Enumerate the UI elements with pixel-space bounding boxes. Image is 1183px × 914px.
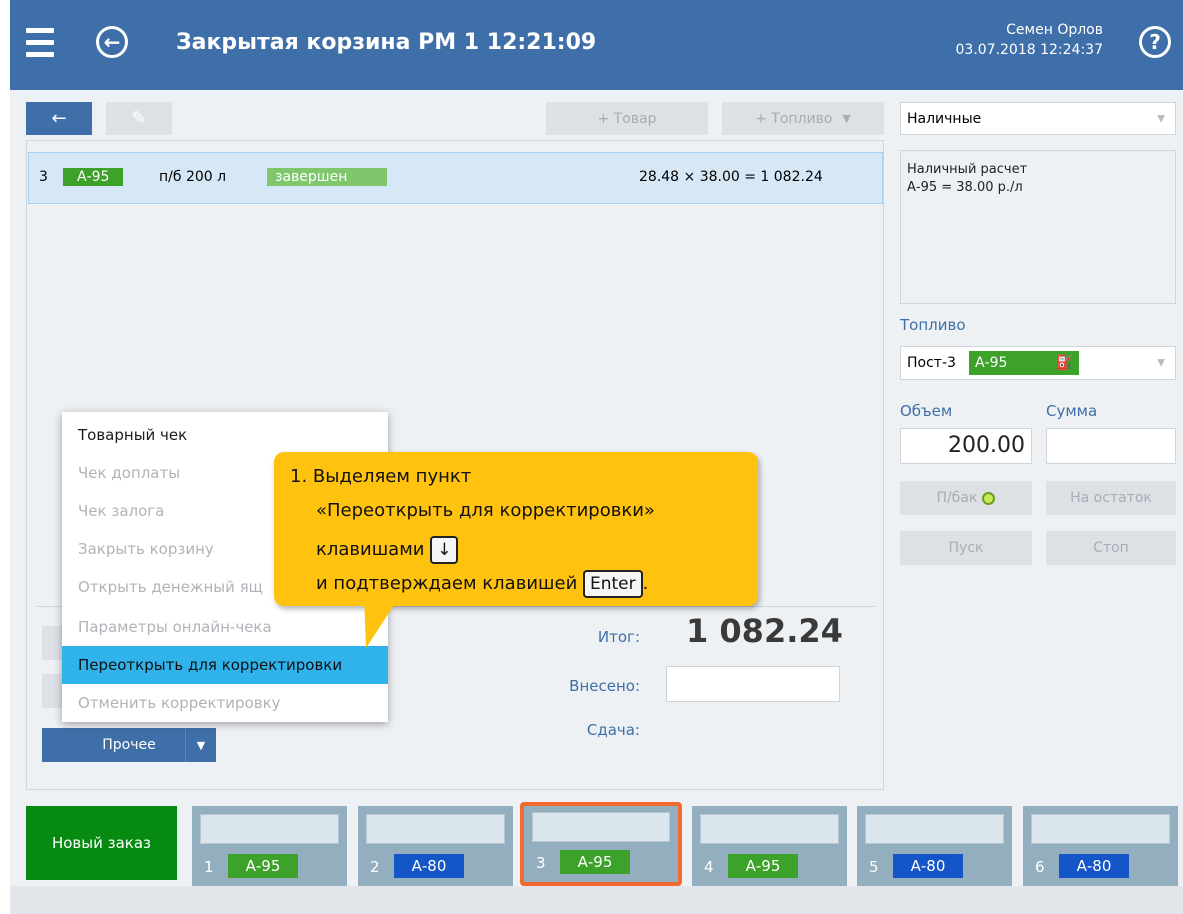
order-tabs-bar: Новый заказ 1 А-95 2 А-80 3 А-95 4 А-95 …: [10, 796, 1183, 886]
back-button[interactable]: ←: [26, 102, 92, 135]
order-tab-preview: [1031, 814, 1170, 844]
callout-pointer: [364, 596, 400, 648]
order-tab-fuel: А-95: [560, 850, 630, 874]
pump-fuel-badge: А-95 ⛽: [969, 351, 1079, 375]
status-bar: [10, 886, 1183, 914]
menu-item-cancel-correction[interactable]: Отменить корректировку: [62, 684, 388, 722]
help-icon[interactable]: ?: [1139, 26, 1171, 58]
order-tab-number: 5: [869, 858, 879, 876]
chevron-down-icon: ▼: [1157, 357, 1165, 369]
app-header: ← Закрытая корзина РМ 1 12:21:09 Семен О…: [10, 0, 1183, 90]
order-tab-preview: [200, 814, 339, 844]
start-button[interactable]: Пуск: [900, 531, 1032, 565]
total-label: Итог:: [597, 628, 640, 646]
callout-line-4: и подтверждаем клавишей Enter.: [316, 570, 648, 598]
status-badge: завершен: [267, 168, 387, 186]
change-label: Сдача:: [586, 721, 640, 739]
volume-label: Объем: [900, 402, 953, 420]
menu-item-reopen-for-correction[interactable]: Переоткрыть для корректировки: [62, 646, 388, 684]
arrow-down-key: ↓: [430, 536, 459, 564]
order-tab-number: 4: [704, 858, 714, 876]
order-tab-5[interactable]: 5 А-80: [857, 806, 1012, 886]
full-tank-label: П/бак: [936, 490, 978, 506]
order-tab-preview: [366, 814, 505, 844]
callout-line-2: «Переоткрыть для корректировки»: [316, 500, 655, 521]
callout-line-4-end: .: [642, 573, 649, 594]
chevron-down-icon: ▼: [1157, 113, 1165, 124]
order-tab-number: 2: [370, 858, 380, 876]
status-dot-icon: [982, 491, 996, 505]
order-tab-number: 1: [204, 858, 214, 876]
order-description: п/б 200 л: [159, 169, 227, 185]
fuel-badge: А-95: [63, 168, 124, 186]
add-fuel-button[interactable]: + Топливо ▼: [722, 102, 884, 135]
sum-label: Сумма: [1046, 402, 1098, 420]
paid-input[interactable]: [666, 666, 840, 702]
payment-select[interactable]: Наличные ▼: [900, 102, 1176, 135]
back-circle-icon[interactable]: ←: [96, 26, 128, 58]
callout-line-1: 1. Выделяем пункт: [290, 466, 472, 487]
order-tab-4[interactable]: 4 А-95: [692, 806, 847, 886]
sum-input[interactable]: [1046, 428, 1176, 464]
payment-select-value: Наличные: [907, 111, 982, 127]
order-calculation: 28.48 × 38.00 = 1 082.24: [639, 169, 823, 185]
chevron-down-icon[interactable]: ▼: [185, 728, 216, 762]
paid-label: Внесено:: [569, 677, 640, 695]
add-fuel-label: + Топливо: [755, 110, 833, 127]
instruction-callout: 1. Выделяем пункт «Переоткрыть для корре…: [274, 452, 758, 606]
remainder-button[interactable]: На остаток: [1046, 481, 1176, 515]
menu-item-sales-receipt[interactable]: Товарный чек: [62, 416, 388, 454]
order-tab-number: 3: [536, 854, 546, 872]
misc-button[interactable]: Прочее ▼: [42, 728, 216, 762]
order-tab-fuel: А-95: [728, 854, 798, 878]
pump-name: Пост-3: [907, 355, 956, 371]
callout-line-4-text: и подтверждаем клавишей: [316, 573, 578, 594]
payment-info-line-2: А-95 = 38.00 р./л: [907, 180, 1023, 195]
enter-key: Enter: [583, 570, 643, 598]
full-tank-button[interactable]: П/бак: [900, 481, 1032, 515]
order-tab-fuel: А-95: [228, 854, 298, 878]
payment-info-line-1: Наличный расчет: [907, 162, 1028, 177]
order-tab-fuel: А-80: [394, 854, 464, 878]
order-tab-preview: [865, 814, 1004, 844]
order-tab-1[interactable]: 1 А-95: [192, 806, 347, 886]
menu-icon[interactable]: [26, 28, 54, 60]
order-row[interactable]: 3 А-95 п/б 200 л завершен 28.48 × 38.00 …: [28, 152, 883, 204]
pump-fuel: А-95: [975, 355, 1008, 371]
order-tab-2[interactable]: 2 А-80: [358, 806, 513, 886]
order-tab-6[interactable]: 6 А-80: [1023, 806, 1178, 886]
pump-select[interactable]: Пост-3 А-95 ⛽ ▼: [900, 346, 1176, 380]
stop-button[interactable]: Стоп: [1046, 531, 1176, 565]
fuel-label: Топливо: [900, 316, 966, 334]
add-product-button[interactable]: + Товар: [546, 102, 708, 135]
new-order-button[interactable]: Новый заказ: [26, 806, 177, 880]
page-title: Закрытая корзина РМ 1 12:21:09: [176, 30, 597, 55]
order-tab-fuel: А-80: [1059, 854, 1129, 878]
callout-line-3-text: клавишами: [316, 539, 425, 560]
misc-button-label: Прочее: [102, 737, 156, 753]
order-tab-3-active[interactable]: 3 А-95: [520, 802, 682, 886]
order-tab-fuel: А-80: [893, 854, 963, 878]
order-tab-preview: [700, 814, 839, 844]
nozzle-icon: ⛽: [1055, 355, 1073, 371]
callout-line-3: клавишами ↓: [316, 536, 459, 564]
menu-item-online-receipt-params[interactable]: Параметры онлайн-чека: [62, 608, 388, 646]
order-index: 3: [39, 169, 48, 185]
order-tab-number: 6: [1035, 858, 1045, 876]
current-datetime: 03.07.2018 12:24:37: [955, 42, 1104, 58]
total-value: 1 082.24: [686, 612, 843, 650]
payment-info: Наличный расчет А-95 = 38.00 р./л: [900, 150, 1176, 304]
app-screen: ← Закрытая корзина РМ 1 12:21:09 Семен О…: [10, 0, 1183, 914]
volume-input[interactable]: 200.00: [900, 428, 1032, 464]
edit-icon[interactable]: ✎: [106, 102, 172, 135]
chevron-down-icon: ▼: [842, 112, 851, 125]
user-name: Семен Орлов: [1006, 22, 1103, 38]
user-info: Семен Орлов 03.07.2018 12:24:37: [956, 20, 1104, 60]
order-tab-preview: [532, 812, 670, 842]
